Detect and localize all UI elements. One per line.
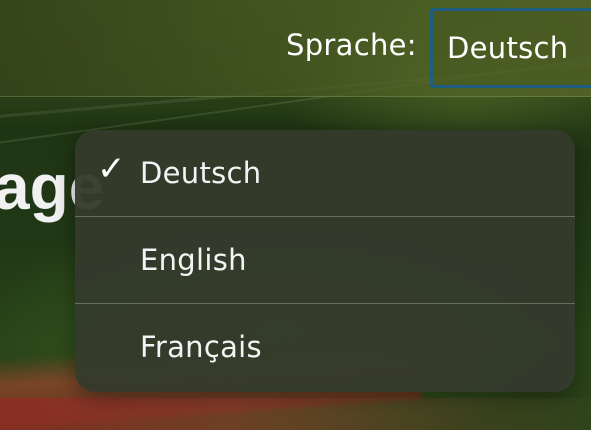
language-select[interactable]: Deutsch — [430, 8, 591, 88]
language-label: Sprache: — [286, 28, 417, 62]
checkmark-icon: ✓ — [97, 149, 126, 189]
language-option-label: Français — [140, 330, 262, 364]
language-dropdown-menu: ✓ Deutsch English Français — [75, 130, 575, 392]
language-option-francais[interactable]: Français — [75, 304, 575, 392]
language-select-value: Deutsch — [447, 31, 569, 65]
language-option-label: Deutsch — [140, 156, 262, 190]
language-option-english[interactable]: English — [75, 217, 575, 304]
track-strip — [0, 398, 591, 430]
top-bar: Sprache: Deutsch — [0, 0, 591, 97]
language-option-deutsch[interactable]: ✓ Deutsch — [75, 130, 575, 217]
language-option-label: English — [140, 243, 247, 277]
